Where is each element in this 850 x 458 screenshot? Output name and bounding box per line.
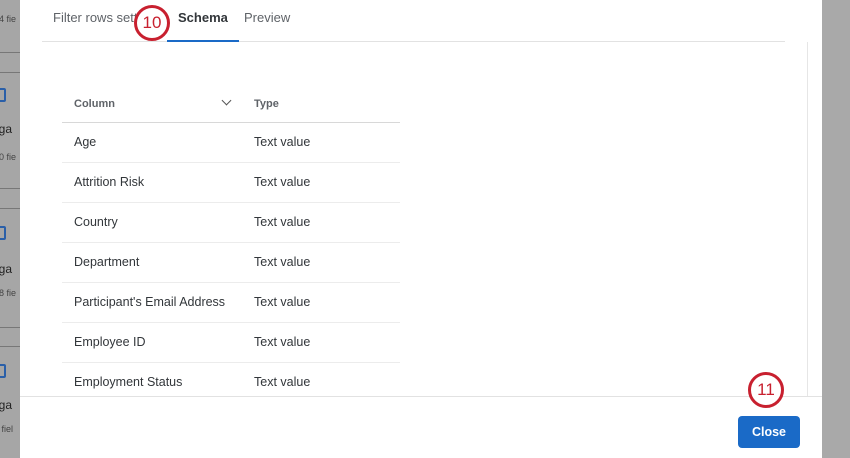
dataset-name[interactable]: nga <box>0 262 12 276</box>
column-header-label: Column <box>74 97 115 110</box>
dataset-field-count: 18 fie <box>0 288 17 298</box>
divider <box>0 346 20 347</box>
column-type-cell: Text value <box>242 202 400 243</box>
column-type-cell: Text value <box>242 282 400 323</box>
column-type-cell: Text value <box>242 162 400 203</box>
background-dataset-list: 34 fie nga 70 fie nga 18 fie nga 3 fiel <box>0 0 20 458</box>
column-name-cell: Country <box>62 202 242 243</box>
column-name-cell: Age <box>62 122 242 163</box>
dataset-icon <box>0 364 6 378</box>
table-row: Country Text value <box>62 202 400 243</box>
modal-footer: Close <box>20 396 822 458</box>
table-row: Participant's Email Address Text value <box>62 282 400 323</box>
divider <box>0 52 20 53</box>
schema-panel: Column Type Age Text value Attrition Risk T… <box>42 42 808 403</box>
column-type-cell: Text value <box>242 322 400 363</box>
annotation-badge: 10 <box>134 5 170 41</box>
column-name-cell: Employee ID <box>62 322 242 363</box>
table-row: Employee ID Text value <box>62 322 400 363</box>
column-name-cell: Department <box>62 242 242 283</box>
dataset-name[interactable]: nga <box>0 122 12 136</box>
table-row: Age Text value <box>62 122 400 163</box>
chevron-down-icon[interactable] <box>221 95 232 106</box>
divider <box>0 208 20 209</box>
close-button[interactable]: Close <box>738 416 800 448</box>
column-name-cell: Participant's Email Address <box>62 282 242 323</box>
divider <box>0 327 20 328</box>
divider <box>0 72 20 73</box>
column-name-cell: Attrition Risk <box>62 162 242 203</box>
dataset-name[interactable]: nga <box>0 398 12 412</box>
schema-table: Column Type Age Text value Attrition Risk T… <box>62 86 400 403</box>
dataset-field-count: 34 fie <box>0 14 17 24</box>
column-type-cell: Text value <box>242 242 400 283</box>
column-type-cell: Text value <box>242 122 400 163</box>
annotation-badge: 11 <box>748 372 784 408</box>
tab-filter-rows-settings[interactable]: Filter rows setti <box>53 10 140 25</box>
table-row: Attrition Risk Text value <box>62 162 400 203</box>
dataset-field-count: 70 fie <box>0 152 17 162</box>
column-header[interactable]: Column <box>62 86 242 123</box>
tab-preview[interactable]: Preview <box>244 10 290 25</box>
dataset-field-count: 3 fiel <box>0 424 14 434</box>
table-row: Department Text value <box>62 242 400 283</box>
type-header: Type <box>242 86 400 123</box>
tab-schema[interactable]: Schema <box>167 10 239 42</box>
dataset-icon <box>0 226 6 240</box>
dataset-icon <box>0 88 6 102</box>
divider <box>0 188 20 189</box>
dataset-modal: Filter rows setti Schema Preview Column … <box>20 0 822 458</box>
